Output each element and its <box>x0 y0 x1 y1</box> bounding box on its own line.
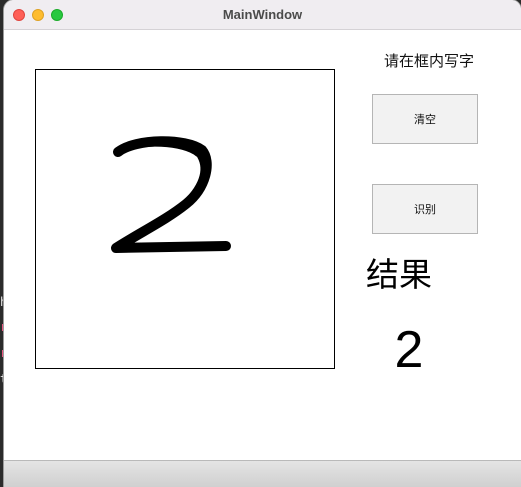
drawing-canvas[interactable] <box>35 69 335 369</box>
result-label: 结果 <box>366 255 432 294</box>
title-bar[interactable]: MainWindow <box>4 0 521 30</box>
clear-button[interactable]: 清空 <box>372 94 478 144</box>
handwritten-digit-drawing <box>111 136 231 253</box>
main-window: MainWindow 请在框内写字 清空 识别 结果 2 <box>4 0 521 487</box>
instruction-label: 请在框内写字 <box>383 52 474 70</box>
result-value: 2 <box>394 321 424 379</box>
status-bar <box>4 460 521 487</box>
window-title: MainWindow <box>222 7 303 22</box>
recognize-button[interactable]: 识别 <box>372 184 478 234</box>
